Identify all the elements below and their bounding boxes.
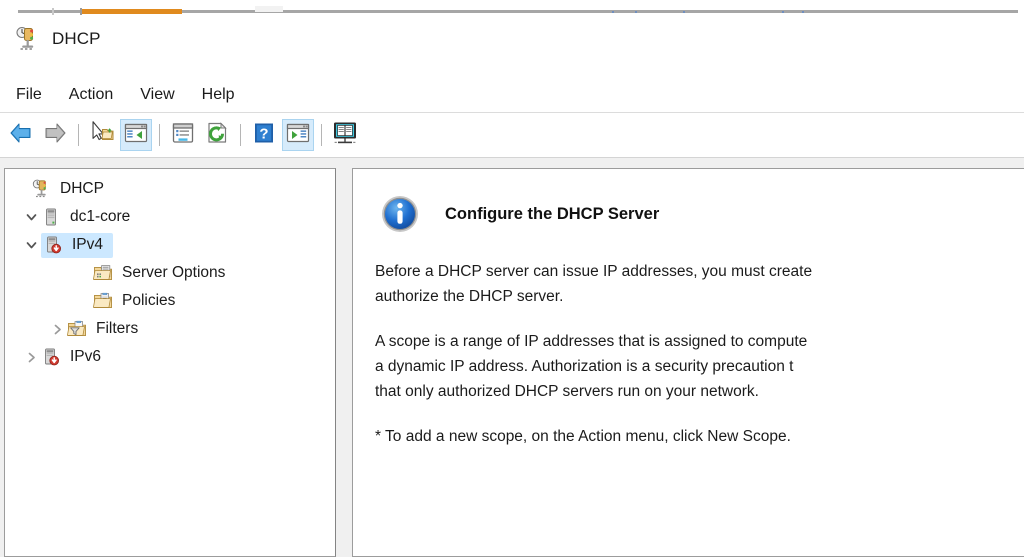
tree-node-ipv4[interactable]: IPv4 [5, 231, 335, 259]
help-button[interactable]: ? [248, 119, 280, 151]
details-content: Configure the DHCP Server Before a DHCP … [353, 169, 1024, 449]
details-paragraph-1: Before a DHCP server can issue IP addres… [375, 259, 1024, 309]
tree-node-server-options[interactable]: Server Options [5, 259, 335, 287]
chevron-down-icon[interactable] [21, 239, 41, 252]
refresh-button[interactable] [201, 119, 233, 151]
server-icon [41, 207, 61, 227]
policies-icon [92, 291, 113, 311]
tree-node-ipv6[interactable]: IPv6 [5, 343, 335, 371]
toolbar-container: ? [0, 112, 1024, 158]
show-console-tree-icon [124, 122, 148, 149]
details-pane: Configure the DHCP Server Before a DHCP … [352, 168, 1024, 557]
help-icon: ? [252, 122, 276, 149]
toolbar-separator-2 [159, 124, 160, 146]
details-line: that only authorized DHCP servers run on… [375, 383, 759, 400]
show-console-tree-button[interactable] [120, 119, 152, 151]
details-line: * To add a new scope, on the Action menu… [375, 428, 791, 445]
up-one-level-icon [89, 120, 115, 150]
details-line: Before a DHCP server can issue IP addres… [375, 263, 813, 280]
details-paragraph-2: A scope is a range of IP addresses that … [375, 329, 1024, 404]
details-header: Configure the DHCP Server [375, 195, 1024, 233]
tree-node-label: IPv6 [70, 347, 102, 365]
tab-divider-1 [52, 8, 54, 15]
export-list-button[interactable] [329, 119, 361, 151]
filters-icon [66, 319, 87, 339]
tree-node-label: Server Options [122, 263, 226, 281]
workspace: DHCP dc1-core IPv4 Server Options Polici… [0, 168, 1024, 557]
properties-icon [171, 122, 195, 149]
chevron-right-icon[interactable] [21, 351, 41, 364]
toolbar-separator-3 [240, 124, 241, 146]
chevron-down-icon[interactable] [21, 211, 41, 224]
up-one-level-button[interactable] [86, 119, 118, 151]
back-button[interactable] [5, 119, 37, 151]
forward-arrow-icon [43, 122, 67, 149]
tree-node-label: Policies [122, 291, 176, 309]
tree-node-dhcp[interactable]: DHCP [5, 175, 335, 203]
toolbar-separator-4 [321, 124, 322, 146]
menu-view[interactable]: View [133, 83, 181, 107]
refresh-icon [205, 121, 229, 149]
window-title: DHCP [52, 29, 101, 48]
tree-node-label: dc1-core [70, 207, 131, 225]
details-title: Configure the DHCP Server [445, 204, 660, 223]
dhcp-icon [31, 179, 51, 199]
details-line: a dynamic IP address. Authorization is a… [375, 358, 794, 375]
chevron-right-icon[interactable] [47, 323, 67, 336]
info-icon [381, 195, 419, 233]
tab-strip-dot-2 [635, 11, 637, 13]
show-action-pane-icon [286, 122, 310, 149]
tree-node-dc1-core[interactable]: dc1-core [5, 203, 335, 231]
tree-node-label: IPv4 [72, 235, 104, 253]
tab-strip-dot-3 [683, 11, 685, 13]
properties-button[interactable] [167, 119, 199, 151]
menu-action[interactable]: Action [62, 83, 120, 107]
back-arrow-icon [9, 122, 33, 149]
ipv6-server-icon [41, 347, 61, 367]
browser-tab-strip [0, 0, 1024, 18]
details-line: A scope is a range of IP addresses that … [375, 333, 808, 350]
tab-strip-dot-4 [782, 11, 784, 13]
toolbar: ? [4, 117, 362, 153]
server-options-icon [92, 263, 113, 283]
details-line: authorize the DHCP server. [375, 288, 564, 305]
active-tab-underline[interactable] [82, 9, 182, 14]
console-tree-pane[interactable]: DHCP dc1-core IPv4 Server Options Polici… [4, 168, 336, 557]
menu-file[interactable]: File [9, 83, 49, 107]
details-paragraph-3: * To add a new scope, on the Action menu… [375, 424, 1024, 449]
dhcp-icon [14, 26, 40, 52]
window-titlebar: DHCP [0, 18, 1024, 60]
console-tree: DHCP dc1-core IPv4 Server Options Polici… [5, 169, 335, 371]
menu-help[interactable]: Help [195, 83, 242, 107]
tab-strip-ghost-button [255, 6, 283, 12]
tree-node-label: DHCP [60, 179, 104, 197]
show-action-pane-button[interactable] [282, 119, 314, 151]
menubar: File Action View Help [0, 78, 1024, 112]
pane-splitter[interactable] [337, 168, 352, 557]
svg-text:?: ? [259, 125, 268, 142]
details-body: Before a DHCP server can issue IP addres… [375, 259, 1024, 449]
tab-strip-dot-1 [612, 11, 614, 13]
export-list-icon [332, 121, 358, 150]
forward-button[interactable] [39, 119, 71, 151]
tree-node-policies[interactable]: Policies [5, 287, 335, 315]
tree-node-label: Filters [96, 319, 139, 337]
ipv4-server-icon [43, 235, 63, 255]
toolbar-separator-1 [78, 124, 79, 146]
tree-node-filters[interactable]: Filters [5, 315, 335, 343]
tab-strip-dot-5 [802, 11, 804, 13]
